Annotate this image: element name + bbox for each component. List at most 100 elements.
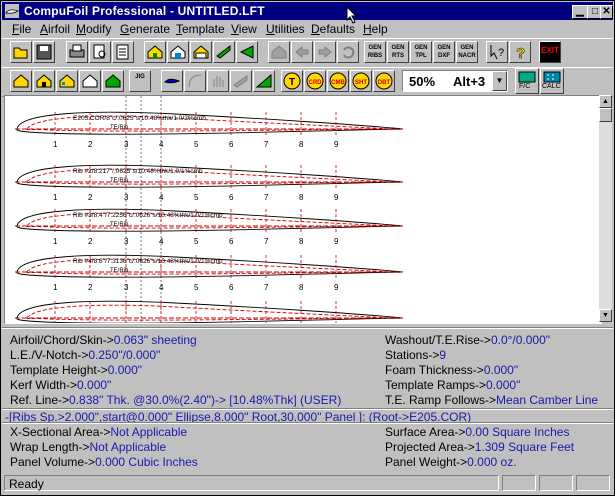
- station-number: 3: [124, 140, 129, 149]
- surface-area-label: Surface Area->: [385, 425, 466, 439]
- scroll-up-icon[interactable]: ▲: [599, 95, 612, 108]
- rib-sublabel: TE/Rib: [110, 125, 129, 131]
- vertical-scrollbar[interactable]: ▲ ▼: [599, 95, 612, 322]
- station-number: 9: [334, 140, 339, 149]
- foam-thickness-label: Foam Thickness->: [385, 363, 484, 377]
- close-button[interactable]: ✕: [600, 5, 613, 19]
- airfoil-view-icon[interactable]: [161, 70, 183, 92]
- station-number: 6: [229, 237, 234, 246]
- rib-label: Rib #3/8.4"/7.2256"c/.0626"s/10.48%thk/1…: [73, 212, 223, 219]
- menu-help[interactable]: Help: [363, 22, 388, 36]
- airfoil-value: 0.063" sheeting: [113, 333, 197, 347]
- xsec-area-value: Not Applicable: [110, 425, 188, 439]
- divider: [2, 327, 613, 329]
- projected-area-label: Projected Area->: [385, 440, 475, 454]
- house-small-3-icon[interactable]: [56, 70, 78, 92]
- washout-value: 0.0°/0.000": [490, 333, 551, 347]
- jig-button[interactable]: JIG: [129, 70, 151, 92]
- svg-text:CMB: CMB: [331, 80, 345, 86]
- wing-plan-icon[interactable]: [213, 41, 235, 63]
- svg-text:?: ?: [516, 45, 525, 60]
- bt2-button[interactable]: CRD: [304, 70, 326, 92]
- rib-label: Rib #2/8.217"/.0625"s/10.48%thk/1.0/1%cm…: [73, 168, 203, 175]
- bt5-button[interactable]: DBT: [373, 70, 395, 92]
- stations-label: Stations->: [385, 348, 440, 362]
- save-disk-icon[interactable]: [33, 41, 55, 63]
- minimize-button[interactable]: ▁: [572, 5, 588, 19]
- scroll-down-icon[interactable]: ▼: [599, 309, 612, 322]
- house-small-4-icon[interactable]: [79, 70, 101, 92]
- bt3-button[interactable]: CMB: [327, 70, 349, 92]
- arrow-left-disabled-icon: [291, 41, 313, 63]
- foam-thickness-value: 0.000": [483, 363, 519, 377]
- hand-disabled-icon: [207, 70, 229, 92]
- main-toolbar: GEN RIBS GEN RTS GEN TPL GEN DXF GEN NAC…: [2, 38, 613, 68]
- wing-disabled-icon: [230, 70, 252, 92]
- panel-volume-value: 0.000 Cubic Inches: [95, 455, 198, 469]
- template-height-label: Template Height->: [10, 363, 108, 377]
- menu-utilities[interactable]: Utilities: [266, 22, 305, 36]
- open-folder-icon[interactable]: [10, 41, 32, 63]
- menu-template[interactable]: Template: [176, 22, 225, 36]
- house-rib-icon[interactable]: [144, 41, 166, 63]
- menu-view[interactable]: View: [231, 22, 257, 36]
- calc-button[interactable]: CALC: [540, 68, 564, 94]
- house-tpl-icon[interactable]: [167, 41, 189, 63]
- le-label: L.E./V-Notch->: [10, 348, 89, 362]
- station-number: 8: [299, 140, 304, 149]
- station-number: 3: [124, 193, 129, 202]
- station-number: 2: [88, 193, 93, 202]
- context-help-icon[interactable]: ?: [486, 41, 508, 63]
- menu-airfoil[interactable]: Airfoil: [40, 22, 70, 36]
- title-bar[interactable]: CompuFoil Professional - UNTITLED.LFT ▁ …: [2, 2, 613, 20]
- ref-line-value: 0.838" Thk. @30.0%(2.40")-> [10.48%Thk] …: [69, 393, 342, 407]
- menu-modify[interactable]: Modify: [76, 22, 111, 36]
- station-number: 7: [264, 193, 269, 202]
- station-number: 5: [194, 237, 199, 246]
- gen-rts-button[interactable]: GEN RTS: [387, 41, 409, 63]
- status-pane-4: [576, 475, 610, 491]
- washout-label: Washout/T.E.Rise->: [385, 333, 491, 347]
- drawing-canvas[interactable]: E205.COR/8"c/.0625"s/10.48%thk/1.0/2%cmb…: [4, 95, 602, 324]
- house-panel-icon[interactable]: [190, 41, 212, 63]
- zoom-select[interactable]: 50% Alt+3 ▼: [402, 70, 508, 92]
- gen-tpl-button[interactable]: GEN TPL: [410, 41, 432, 63]
- status-pane-2: [502, 475, 536, 491]
- station-number: 4: [159, 237, 164, 246]
- station-number: 9: [334, 283, 339, 292]
- info-panel: Airfoil/Chord/Skin->0.063" sheeting L.E.…: [2, 327, 613, 472]
- house-small-2-icon[interactable]: [33, 70, 55, 92]
- document-icon[interactable]: [112, 41, 134, 63]
- window-title: CompuFoil Professional - UNTITLED.LFT: [24, 4, 265, 18]
- te-ramp-value: Mean Camber Line: [496, 393, 599, 407]
- house-small-5-icon[interactable]: [102, 70, 124, 92]
- bt4-button[interactable]: SHT: [350, 70, 372, 92]
- print-icon[interactable]: [66, 41, 88, 63]
- station-number: 6: [229, 140, 234, 149]
- svg-text:?: ?: [498, 47, 504, 59]
- house-small-1-icon[interactable]: [10, 70, 32, 92]
- status-bar: Ready: [2, 473, 613, 494]
- wing-mirror-icon[interactable]: [236, 41, 258, 63]
- rib-label: Rib #4/8.6"/7.3136"c/.0626"s/10.48%thk/1…: [73, 258, 223, 265]
- scroll-thumb[interactable]: [599, 108, 612, 122]
- bt1-button[interactable]: T: [281, 70, 303, 92]
- fc-button[interactable]: F/C: [515, 68, 539, 94]
- menu-file[interactable]: File: [12, 22, 31, 36]
- help-icon[interactable]: ?: [509, 41, 531, 63]
- wing-green-icon[interactable]: [253, 70, 275, 92]
- gen-nacr-button[interactable]: GEN NACR: [456, 41, 478, 63]
- menu-generate[interactable]: Generate: [120, 22, 170, 36]
- chevron-down-icon[interactable]: ▼: [492, 71, 507, 91]
- panel-volume-label: Panel Volume->: [10, 455, 96, 469]
- station-number: 6: [229, 193, 234, 202]
- exit-button[interactable]: EXIT: [539, 41, 561, 63]
- template-height-value: 0.000": [107, 363, 143, 377]
- svg-text:DBT: DBT: [378, 80, 391, 86]
- station-number: 5: [194, 140, 199, 149]
- menu-defaults[interactable]: Defaults: [311, 22, 355, 36]
- print-preview-icon[interactable]: [89, 41, 111, 63]
- gen-dxf-button[interactable]: GEN DXF: [433, 41, 455, 63]
- rib-plot: E205.COR/8"c/.0625"s/10.48%thk/1.0/2%cmb…: [15, 96, 404, 323]
- gen-ribs-button[interactable]: GEN RIBS: [364, 41, 386, 63]
